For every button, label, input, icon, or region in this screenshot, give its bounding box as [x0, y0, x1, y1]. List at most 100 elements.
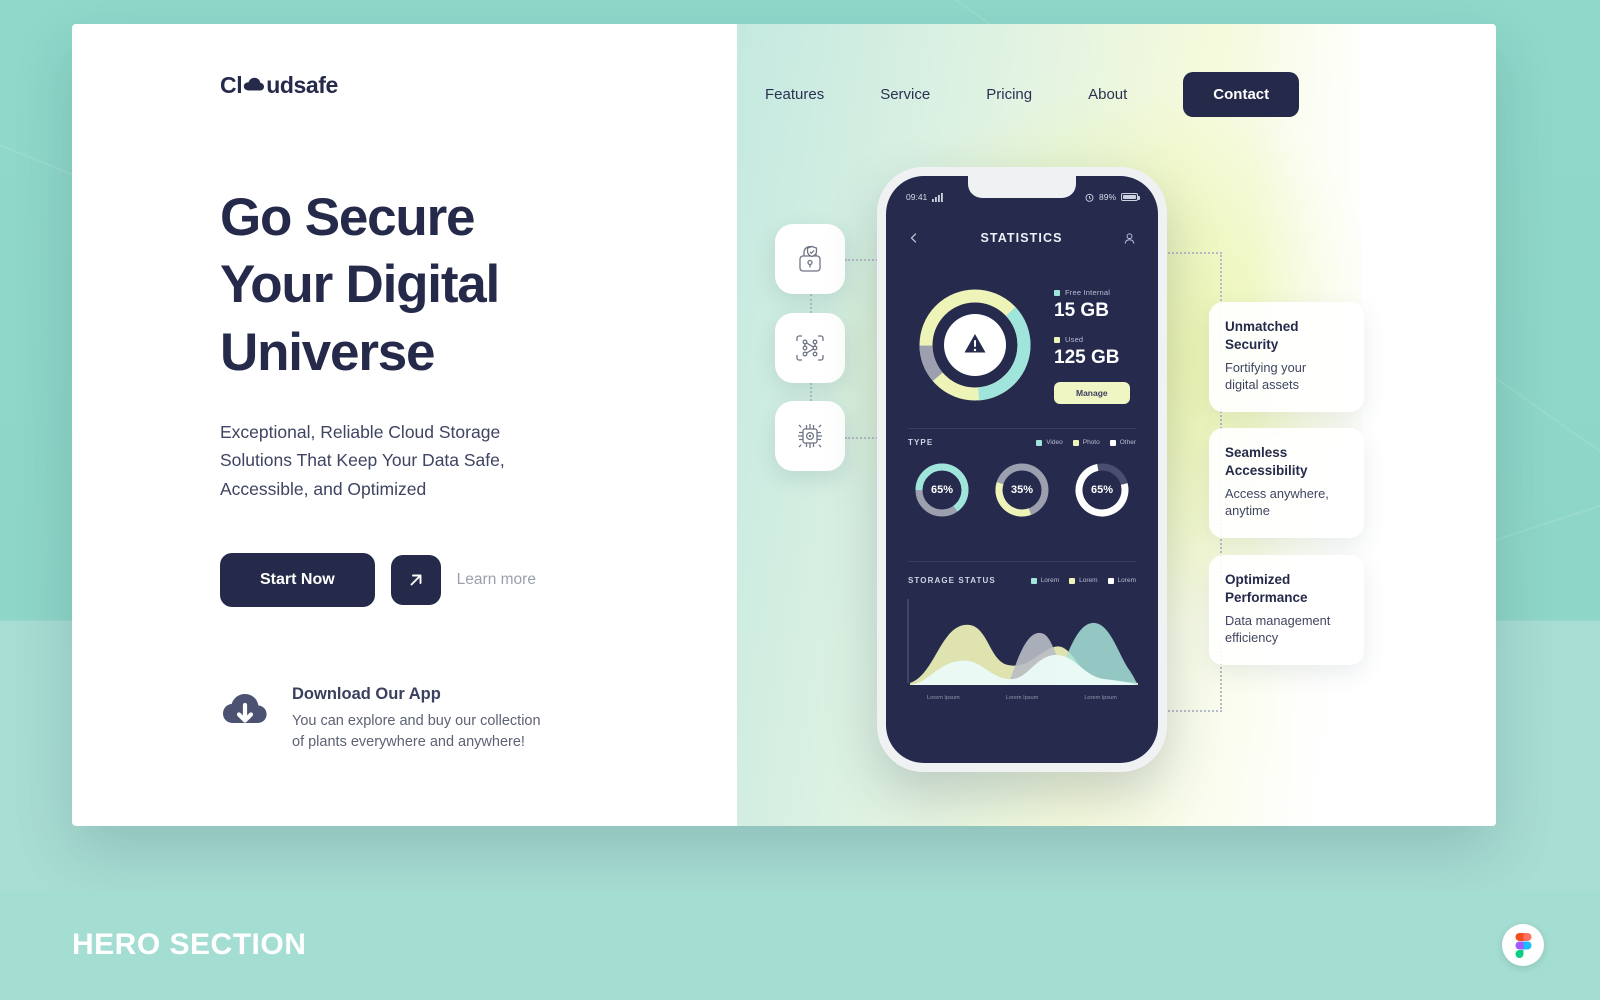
section-divider [908, 428, 1136, 429]
brand-logo[interactable]: Cl udsafe [220, 72, 338, 99]
battery-icon [1121, 193, 1140, 201]
start-now-button[interactable]: Start Now [220, 552, 375, 607]
phone-status-bar: 09:41 89% [886, 176, 1158, 218]
battery-percent: 89% [1098, 192, 1116, 202]
legend-swatch-free [1054, 289, 1060, 296]
storage-donut-chart [914, 284, 1036, 411]
signal-bars-icon [932, 192, 944, 202]
feature-card-title: Seamless Accessibility [1225, 445, 1308, 478]
legend-swatch-lorem-3 [1107, 577, 1114, 584]
legend-label-lorem-1: Lorem [1040, 577, 1060, 584]
feature-card-description: Access anywhere, anytime [1225, 486, 1329, 519]
download-title: Download Our App [292, 684, 441, 703]
legend-label-video: Video [1046, 439, 1063, 446]
donut-photo-value: 35% [1010, 484, 1034, 496]
type-donut-row: 65% 35% 65% [886, 461, 1158, 519]
storage-overview: Free Internal 15 GB Used 125 GB Manage [886, 276, 1158, 421]
legend-swatch-lorem-1 [1030, 577, 1037, 584]
storage-status-title: STORAGE STATUS [908, 576, 996, 585]
download-text-block: Download Our App You can explore and buy… [292, 685, 541, 753]
legend-item-other: Other [1109, 439, 1136, 446]
user-icon[interactable] [1123, 232, 1136, 245]
pattern-scan-icon [796, 335, 824, 361]
legend-swatch-video [1036, 439, 1043, 446]
connector-line [810, 383, 812, 401]
type-legend: Video Photo Other [1036, 439, 1136, 446]
legend-swatch-photo [1072, 439, 1079, 446]
legend-item-video: Video [1036, 439, 1063, 446]
type-section: TYPE Video Photo Other 65% 35% 65% [886, 438, 1158, 519]
download-app-section: Download Our App You can explore and buy… [220, 685, 700, 753]
donut-photo: 35% [993, 461, 1051, 519]
storage-area-chart [886, 595, 1158, 692]
app-header: STATISTICS [886, 218, 1158, 258]
manage-button[interactable]: Manage [1054, 382, 1130, 404]
storage-status-legend: Lorem Lorem Lorem [1030, 577, 1136, 584]
feature-card-unmatched-security[interactable]: Unmatched Security Fortifying your digit… [1209, 302, 1364, 412]
download-description: You can explore and buy our collection o… [292, 712, 541, 750]
hero-subtitle: Exceptional, Reliable Cloud Storage Solu… [220, 421, 505, 499]
arrow-up-right-icon-button[interactable] [390, 554, 441, 605]
feature-card-optimized-performance[interactable]: Optimized Performance Data management ef… [1209, 555, 1364, 665]
section-divider [908, 561, 1136, 562]
feature-card-title: Unmatched Security [1225, 319, 1299, 352]
section-caption: HERO SECTION [72, 928, 307, 961]
legend-swatch-other [1109, 439, 1116, 446]
x-label-3: Lorem Ipsum [1084, 695, 1117, 701]
lock-shield-icon [799, 245, 821, 272]
arrow-up-right-icon [410, 574, 422, 586]
hero-card: Cl udsafe Features Service Pricing About… [72, 24, 1496, 826]
app-title: STATISTICS [980, 231, 1063, 245]
legend-label-lorem-2: Lorem [1079, 577, 1098, 584]
free-storage-label-row: Free Internal [1054, 288, 1130, 297]
connector-line [810, 294, 812, 313]
nav-item-about[interactable]: About [1060, 76, 1155, 113]
nav-item-pricing[interactable]: Pricing [958, 76, 1060, 113]
phone-screen: 09:41 89% STATISTICS Free Internal 15 GB… [886, 176, 1158, 763]
nav-item-features[interactable]: Features [737, 76, 852, 113]
chip-processor-icon [798, 424, 822, 448]
donut-other-value: 65% [1090, 484, 1114, 496]
chip-processor[interactable] [775, 401, 845, 471]
nav-links: Features Service Pricing About Contact [737, 72, 1300, 117]
free-storage-label: Free Internal [1065, 288, 1111, 297]
phone-mockup: 09:41 89% STATISTICS Free Internal 15 GB… [877, 167, 1167, 772]
page-title: Go Secure Your Digital Universe [220, 188, 500, 382]
x-label-2: Lorem Ipsum [1005, 695, 1039, 701]
chevron-left-icon[interactable] [908, 232, 920, 244]
used-storage-label-row: Used [1054, 335, 1130, 344]
feature-card-description: Data management efficiency [1225, 613, 1331, 646]
learn-more-link[interactable]: Learn more [457, 571, 536, 589]
storage-x-axis-labels: Lorem Ipsum Lorem Ipsum Lorem Ipsum [886, 695, 1158, 701]
legend-item-lorem-2: Lorem [1069, 577, 1098, 584]
figma-icon[interactable] [1502, 924, 1544, 966]
legend-item-photo: Photo [1072, 439, 1100, 446]
nav-item-service[interactable]: Service [852, 76, 958, 113]
legend-item-lorem-1: Lorem [1030, 577, 1060, 584]
donut-video-value: 65% [930, 484, 954, 496]
contact-button[interactable]: Contact [1183, 72, 1300, 117]
legend-label-lorem-3: Lorem [1117, 577, 1136, 584]
legend-label-photo: Photo [1082, 439, 1100, 446]
chip-lock-shield[interactable] [775, 224, 845, 294]
feature-card-title: Optimized Performance [1225, 572, 1308, 605]
cloud-download-icon [220, 689, 270, 736]
used-storage-value: 125 GB [1054, 347, 1120, 368]
cloud-icon [243, 77, 265, 93]
brand-name-after: udsafe [266, 72, 338, 98]
brand-name-before: Cl [220, 72, 243, 98]
storage-status-section: STORAGE STATUS Lorem Lorem Lorem Lorem I… [886, 576, 1158, 701]
used-storage-label: Used [1065, 335, 1084, 344]
hero-left-column: Go Secure Your Digital Universe Exceptio… [220, 184, 700, 753]
legend-swatch-lorem-2 [1069, 577, 1076, 584]
donut-other: 65% [1073, 461, 1131, 519]
feature-card-seamless-accessibility[interactable]: Seamless Accessibility Access anywhere, … [1209, 428, 1364, 538]
chip-pattern-scan[interactable] [775, 313, 845, 383]
alarm-clock-icon [1085, 193, 1094, 202]
free-storage-value: 15 GB [1054, 300, 1109, 321]
storage-stats: Free Internal 15 GB Used 125 GB Manage [1054, 288, 1130, 404]
navbar: Cl udsafe Features Service Pricing About… [72, 24, 1496, 154]
type-section-title: TYPE [908, 438, 934, 447]
legend-item-lorem-3: Lorem [1107, 577, 1136, 584]
legend-label-other: Other [1119, 439, 1136, 446]
